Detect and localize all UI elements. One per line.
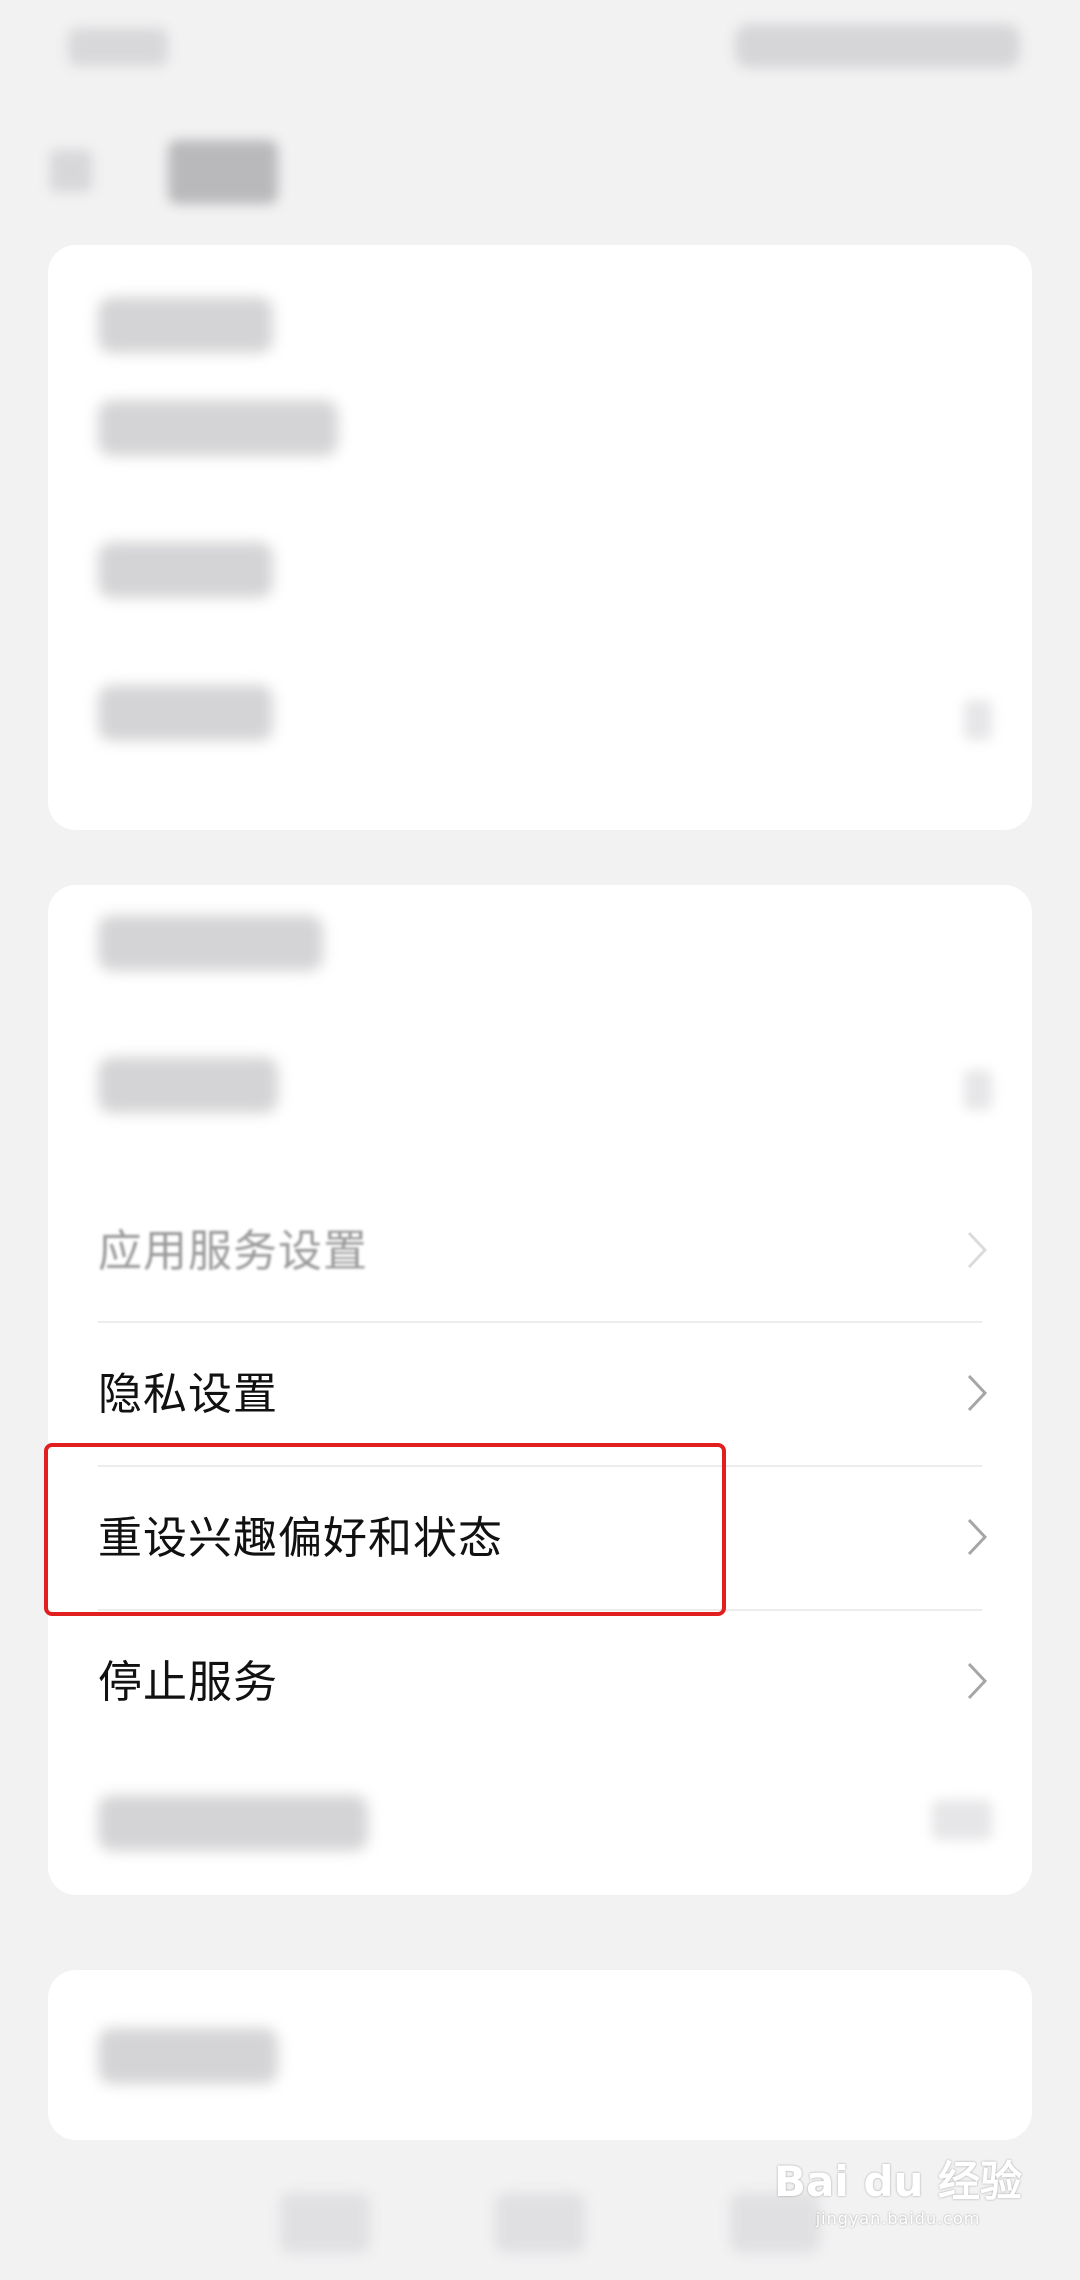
watermark-text: Bai du 经验 (774, 2157, 1022, 2206)
blurred-row-6[interactable] (98, 1057, 278, 1113)
chevron-right-icon (964, 1070, 992, 1110)
menu-item-label: 应用服务设置 (98, 1226, 368, 1277)
status-time-blurred (68, 28, 168, 66)
highlight-box (44, 1443, 726, 1616)
chevron-right-icon (966, 1373, 988, 1413)
toggle-blurred[interactable] (932, 1800, 992, 1840)
menu-item-app-service-settings[interactable]: 应用服务设置 (48, 1180, 1032, 1323)
chevron-right-icon (964, 700, 992, 740)
page-title-blurred (168, 140, 278, 204)
blurred-row-1[interactable] (98, 297, 273, 353)
status-bar (0, 0, 1080, 100)
status-icons-blurred (735, 24, 1020, 68)
blurred-row-3[interactable] (98, 542, 273, 598)
settings-card-main: 应用服务设置 隐私设置 重设兴趣偏好和状态 停止服务 (48, 885, 1032, 1895)
baidu-jingyan-watermark: Bai du 经验 jingyan.baidu.com (774, 2148, 1022, 2228)
settings-card-bottom (48, 1970, 1032, 2140)
watermark-sub: jingyan.baidu.com (815, 2209, 981, 2228)
chevron-right-icon (966, 1230, 988, 1270)
menu-item-stop-service[interactable]: 停止服务 (48, 1611, 1032, 1754)
nav-item-blurred[interactable] (495, 2193, 585, 2253)
chevron-right-icon (966, 1661, 988, 1701)
back-arrow-icon[interactable] (50, 150, 92, 192)
blurred-row-7[interactable] (98, 1795, 368, 1851)
blurred-row-2[interactable] (98, 400, 338, 456)
blurred-row-4[interactable] (98, 685, 273, 741)
menu-item-label: 停止服务 (98, 1657, 278, 1708)
app-header (0, 110, 1080, 230)
blurred-row-8[interactable] (98, 2028, 278, 2084)
settings-card-top (48, 245, 1032, 830)
blurred-row-5[interactable] (98, 915, 323, 971)
nav-item-blurred[interactable] (280, 2193, 370, 2253)
chevron-right-icon (966, 1517, 988, 1557)
